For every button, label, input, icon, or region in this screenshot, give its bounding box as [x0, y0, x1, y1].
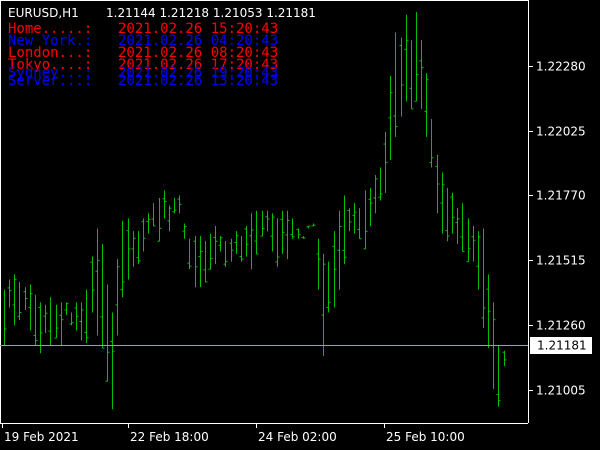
price-chart[interactable]: EURUSD,H1 1.21144 1.21218 1.21053 1.2118…: [0, 0, 600, 450]
clock-label-server: Server...:: [8, 73, 92, 89]
price-label: 1.22280: [536, 60, 586, 74]
current-price-marker: 1.21181: [530, 337, 592, 354]
ohlc-quote: 1.21144 1.21218 1.21053 1.21181: [106, 6, 316, 20]
time-label: 19 Feb 2021: [4, 430, 79, 444]
price-label: 1.21770: [536, 189, 586, 203]
time-label: 25 Feb 10:00: [386, 430, 465, 444]
price-label: 1.21515: [536, 254, 586, 268]
time-label: 24 Feb 02:00: [258, 430, 337, 444]
clock-time-server: 2021.02.26 13:20:43: [118, 73, 278, 89]
world-clock-panel: Home.....: 2021.02.26 15:20:43 New York.…: [8, 21, 278, 89]
price-label: 1.22025: [536, 125, 586, 139]
price-label: 1.21005: [536, 384, 586, 398]
symbol-timeframe: EURUSD,H1: [8, 6, 79, 20]
time-label: 22 Feb 18:00: [130, 430, 209, 444]
price-label: 1.21260: [536, 319, 586, 333]
current-price-label: 1.21181: [537, 339, 587, 353]
